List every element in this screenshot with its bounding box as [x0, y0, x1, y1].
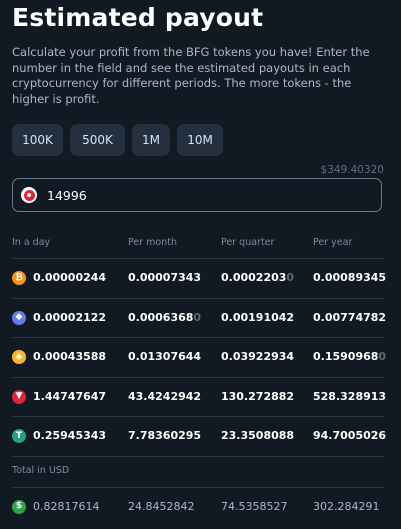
value-per-month: 43.4242942 [128, 389, 202, 403]
bnb-icon: ◈ [12, 350, 26, 364]
value-per-quarter: 130.272882 [221, 389, 295, 403]
value-per-year: 528.328913 [313, 389, 387, 403]
total-per-quarter: 74.5358527 [221, 499, 288, 513]
payout-table: In a day Per month Per quarter Per year … [12, 230, 387, 526]
total-per-year: 302.284291 [313, 499, 380, 513]
tron-icon: ▼ [12, 389, 26, 404]
total-in-a-day: 0.82817614 [33, 499, 100, 513]
tether-icon: T [12, 429, 26, 443]
table-header: In a day Per month Per quarter Per year [12, 230, 384, 258]
value-per-year: 94.7005026 [313, 429, 387, 442]
preset-button-100k[interactable]: 100K [12, 124, 63, 156]
preset-button-500k[interactable]: 500K [70, 124, 125, 156]
token-amount-input[interactable] [47, 187, 347, 203]
page-description: Calculate your profit from the BFG token… [12, 45, 370, 106]
header-in-a-day: In a day [12, 237, 51, 248]
total-label: Total in USD [12, 464, 70, 476]
value-in-a-day: 0.00002122 [33, 310, 107, 324]
table-row: ₿ 0.00000244 0.00007343 0.00022030 0.0008934… [12, 258, 387, 298]
value-per-year: 0.00089345 [313, 271, 387, 284]
value-per-month: 0.00007343 [128, 271, 202, 284]
value-per-month: 0.00063680 [128, 310, 202, 324]
table-row: ◆ 0.00002122 0.00063680 0.00191042 0.0077478… [12, 297, 387, 338]
value-in-a-day: 0.00000244 [33, 271, 107, 284]
header-per-year: Per year [313, 237, 353, 248]
value-per-year: 0.15909680 [313, 350, 387, 363]
usd-balance: $349.40320 [320, 164, 384, 176]
total-per-month: 24.8452842 [128, 499, 195, 513]
preset-button-1m[interactable]: 1M [132, 124, 170, 156]
value-per-month: 7.78360295 [128, 429, 202, 442]
header-per-month: Per month [128, 237, 177, 248]
value-per-year: 0.00774782 [313, 310, 387, 324]
value-per-quarter: 23.3508088 [221, 429, 295, 442]
value-in-a-day: 0.25945343 [33, 429, 107, 442]
table-row: T 0.25945343 7.78360295 23.3508088 94.700502… [12, 416, 387, 456]
value-in-a-day: 0.00043588 [33, 350, 107, 363]
total-row: $ 0.82817614 24.8452842 74.5358527 302.2… [12, 486, 384, 526]
table-row: ◈ 0.00043588 0.01307644 0.03922934 0.1590968… [12, 337, 387, 377]
total-label-row: Total in USD [12, 455, 384, 487]
table-row: ▼ 1.44747647 43.4242942 130.272882 528.32891… [12, 376, 387, 417]
value-per-quarter: 0.00191042 [221, 310, 295, 324]
page-title: Estimated payout [12, 3, 264, 32]
ethereum-icon: ◆ [12, 310, 26, 325]
bfg-token-icon [21, 187, 37, 203]
value-per-month: 0.01307644 [128, 350, 202, 363]
preset-button-10m[interactable]: 10M [177, 124, 223, 156]
token-amount-field[interactable] [12, 178, 382, 212]
dollar-icon: $ [12, 499, 26, 514]
value-per-quarter: 0.00022030 [221, 271, 295, 284]
value-per-quarter: 0.03922934 [221, 350, 295, 363]
header-per-quarter: Per quarter [221, 237, 275, 248]
bitcoin-icon: ₿ [12, 271, 26, 285]
preset-buttons: 100K 500K 1M 10M [12, 124, 223, 156]
estimated-payout-panel: Estimated payout Calculate your profit f… [0, 0, 401, 529]
value-in-a-day: 1.44747647 [33, 389, 107, 403]
